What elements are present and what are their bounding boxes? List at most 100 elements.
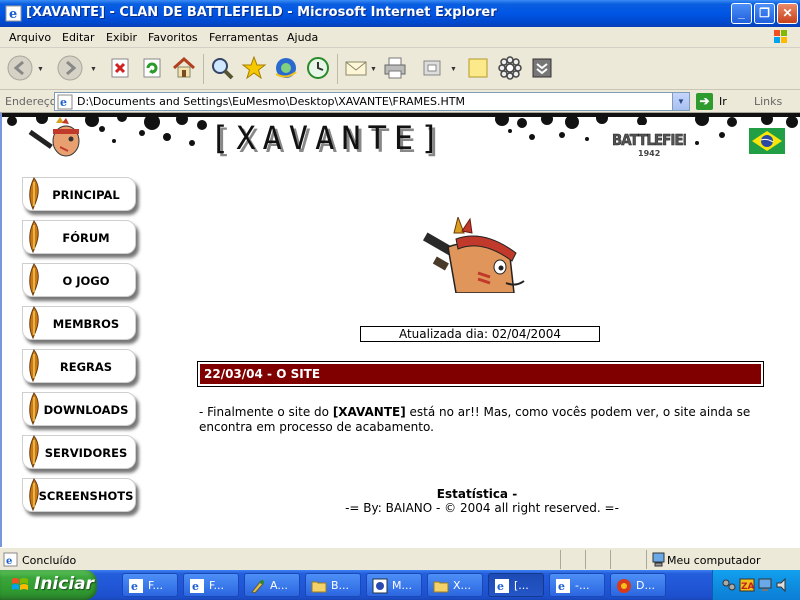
folder-icon [311, 581, 327, 593]
back-icon[interactable] [6, 54, 34, 82]
forward-dropdown-icon[interactable]: ▼ [90, 66, 97, 73]
nav-forum[interactable]: FÓRUM [22, 220, 136, 254]
menu-ferramentas[interactable]: Ferramentas [209, 31, 278, 44]
ie-icon: e [495, 579, 509, 593]
taskbar-button[interactable]: M... [366, 573, 422, 597]
battlefield-logo: BATTLEFIELD 1942 [610, 125, 686, 159]
links-button[interactable]: Links [754, 95, 782, 108]
taskbar-button[interactable]: B... [305, 573, 361, 597]
taskbar-button[interactable]: D... [610, 573, 666, 597]
computer-icon [652, 552, 665, 567]
address-dropdown-icon[interactable]: ▼ [672, 93, 689, 110]
toolbar-separator [203, 54, 204, 84]
stop-icon[interactable] [106, 54, 134, 82]
print-icon[interactable] [381, 54, 409, 82]
search-icon[interactable] [208, 54, 236, 82]
taskbar-button[interactable]: e F... [122, 573, 178, 597]
nav-membros[interactable]: MEMBROS [22, 306, 136, 340]
menu-exibir[interactable]: Exibir [106, 31, 137, 44]
messenger-icon[interactable] [528, 54, 556, 82]
taskbar-button[interactable]: A... [244, 573, 300, 597]
nav-label: REGRAS [59, 360, 113, 374]
title-bar[interactable]: e [XAVANTE] - CLAN DE BATTLEFIELD - Micr… [0, 0, 800, 27]
taskbar-button[interactable]: e -... [549, 573, 605, 597]
discuss-icon[interactable] [464, 54, 492, 82]
menu-editar[interactable]: Editar [62, 31, 95, 44]
favorites-icon[interactable] [240, 54, 268, 82]
task-label: F... [209, 579, 225, 592]
mail-icon[interactable] [342, 54, 370, 82]
taskbar-button-active[interactable]: e [... [488, 573, 544, 597]
forward-icon[interactable] [56, 54, 84, 82]
task-label: -... [575, 579, 590, 592]
menu-bar: Arquivo Editar Exibir Favoritos Ferramen… [0, 27, 800, 48]
site-title: [XAVANTE] [210, 119, 447, 157]
monitor-icon[interactable] [757, 577, 773, 593]
nav-regras[interactable]: REGRAS [22, 349, 136, 383]
system-tray: ZA [712, 570, 800, 600]
taskbar: Iniciar e F... e F... A... B... M... X..… [0, 570, 800, 600]
nav-downloads[interactable]: DOWNLOADS [22, 392, 136, 426]
nav-label: SERVIDORES [44, 446, 128, 460]
network-icon[interactable] [721, 577, 737, 593]
svg-text:e: e [131, 580, 138, 593]
stats-link[interactable]: Estatística - [152, 487, 800, 501]
refresh-icon[interactable] [138, 54, 166, 82]
svg-text:e: e [6, 556, 12, 567]
zonealarm-icon[interactable]: ZA [739, 577, 755, 593]
window-title: [XAVANTE] - CLAN DE BATTLEFIELD - Micros… [26, 5, 497, 20]
start-button[interactable]: Iniciar [0, 570, 97, 600]
brazil-flag-icon [749, 128, 785, 154]
home-icon[interactable] [170, 54, 198, 82]
svg-text:e: e [497, 580, 504, 593]
back-dropdown-icon[interactable]: ▼ [37, 66, 44, 73]
address-input[interactable]: e D:\Documents and Settings\EuMesmo\Desk… [54, 92, 690, 111]
status-divider [610, 550, 611, 569]
go-arrow-icon[interactable]: ➔ [696, 93, 713, 110]
media-icon[interactable] [272, 54, 300, 82]
menu-favoritos[interactable]: Favoritos [148, 31, 198, 44]
nav-principal[interactable]: PRINCIPAL [22, 177, 136, 211]
page-content: [XAVANTE] BATTLEFIELD 1942 PRINCIPAL FÓR… [0, 113, 800, 547]
news-title: 22/03/04 - O SITE [200, 364, 761, 384]
maximize-button[interactable]: ❐ [754, 3, 775, 24]
task-label: [... [514, 579, 529, 592]
folder-icon [433, 581, 449, 593]
go-button[interactable]: Ir [719, 95, 727, 108]
toolbar-separator [337, 54, 338, 84]
taskbar-button[interactable]: X... [427, 573, 483, 597]
mail-dropdown-icon[interactable]: ▼ [370, 66, 377, 73]
site-banner: [XAVANTE] BATTLEFIELD 1942 [2, 113, 800, 163]
nav-label: FÓRUM [62, 231, 110, 245]
media-icon [617, 579, 631, 593]
toolbar: ▼ ▼ ▼ ▼ [0, 48, 800, 90]
svg-text:ZA: ZA [741, 582, 755, 592]
history-icon[interactable] [304, 54, 332, 82]
status-divider [560, 550, 561, 569]
task-label: F... [148, 579, 164, 592]
edit-dropdown-icon[interactable]: ▼ [450, 66, 457, 73]
nav-label: DOWNLOADS [43, 403, 129, 417]
nav-label: MEMBROS [52, 317, 120, 331]
menu-ajuda[interactable]: Ajuda [287, 31, 318, 44]
menu-arquivo[interactable]: Arquivo [9, 31, 51, 44]
nav-servidores[interactable]: SERVIDORES [22, 435, 136, 469]
start-label: Iniciar [34, 574, 95, 594]
footer: Estatística - -= By: BAIANO - © 2004 all… [2, 487, 800, 515]
ie-icon: e [190, 579, 204, 593]
edit-icon[interactable] [418, 54, 446, 82]
volume-icon[interactable] [775, 577, 791, 593]
zone-label: Meu computador [667, 554, 761, 567]
close-button[interactable]: ✕ [777, 3, 798, 24]
research-icon[interactable] [496, 54, 524, 82]
page-icon: e [57, 94, 73, 110]
ie-icon: e [129, 579, 143, 593]
windows-flag-icon [12, 578, 28, 590]
last-updated: Atualizada dia: 02/04/2004 [360, 326, 600, 342]
page-status-icon: e [3, 552, 18, 567]
minimize-button[interactable]: _ [731, 3, 752, 24]
nav-o-jogo[interactable]: O JOGO [22, 263, 136, 297]
svg-text:1942: 1942 [638, 149, 660, 158]
task-label: M... [392, 579, 412, 592]
taskbar-button[interactable]: e F... [183, 573, 239, 597]
